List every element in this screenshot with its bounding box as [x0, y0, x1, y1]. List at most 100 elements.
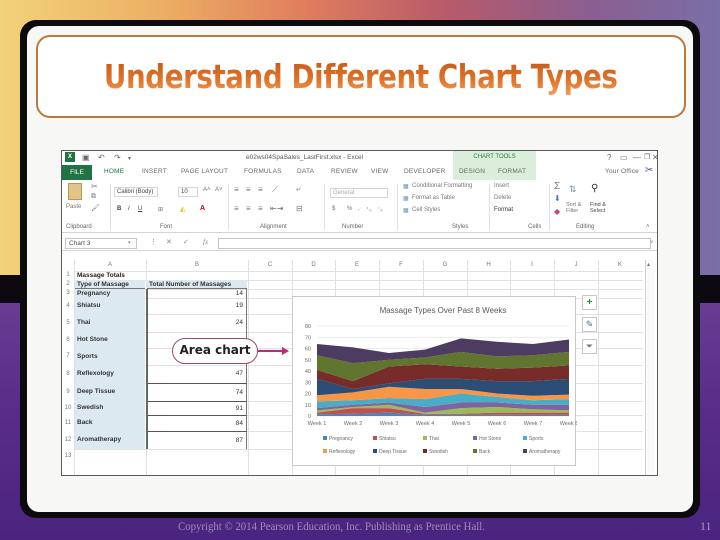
increase-font-icon[interactable]: A˄ [203, 187, 211, 193]
column-header-a[interactable]: A [74, 260, 146, 271]
autosum-icon[interactable]: Σ [554, 181, 560, 192]
minimize-button[interactable]: — [633, 153, 641, 162]
row-header[interactable]: 2 [62, 280, 74, 289]
align-top-icon[interactable]: ≡ [234, 185, 239, 194]
column-header-b[interactable]: B [146, 260, 248, 271]
cell-massage-total[interactable]: 91 [147, 401, 247, 415]
copy-icon[interactable]: ⧉ [91, 193, 96, 201]
cell-massage-total[interactable]: 19 [147, 298, 247, 314]
scroll-up-icon[interactable]: ▴ [647, 261, 650, 268]
expand-formula-bar-icon[interactable]: ˅ [650, 240, 654, 246]
area-chart[interactable]: Massage Types Over Past 8 Weeks 0 10 20 30 40… [292, 296, 578, 466]
cell-massage-type[interactable]: Hot Stone [75, 332, 145, 348]
tab-design[interactable]: DESIGN [459, 168, 485, 175]
increase-decimal-icon[interactable]: ⁺₀ [366, 206, 372, 213]
percent-button[interactable]: % [347, 206, 352, 212]
underline-button[interactable]: U [138, 206, 142, 212]
tab-page-layout[interactable]: PAGE LAYOUT [181, 168, 228, 175]
cell-massage-total[interactable]: 24 [147, 314, 247, 332]
cell-massage-type[interactable]: Deep Tissue [75, 383, 145, 401]
borders-icon[interactable]: ⊞ [158, 206, 163, 213]
tab-view[interactable]: VIEW [371, 168, 388, 175]
decrease-decimal-icon[interactable]: ⁻₀ [377, 206, 383, 213]
row-header[interactable]: 6 [62, 332, 74, 348]
ribbon-display-options-icon[interactable]: ▭ [620, 153, 628, 162]
formula-input[interactable] [218, 238, 651, 249]
format-painter-icon[interactable]: 🖌 [91, 204, 100, 212]
font-name-select[interactable]: Calibri (Body) [114, 187, 158, 197]
column-header-c[interactable]: C [248, 260, 292, 271]
tab-format[interactable]: FORMAT [498, 168, 526, 175]
tab-developer[interactable]: DEVELOPER [404, 168, 446, 175]
cell-massage-type[interactable]: Shiatsu [75, 298, 145, 314]
chart-styles-button[interactable]: ✎ [582, 317, 597, 332]
column-header-j[interactable]: J [554, 260, 598, 271]
sheet-title-cell[interactable]: Massage Totals [77, 272, 125, 279]
cell-massage-total[interactable]: 14 [147, 289, 247, 298]
tab-insert[interactable]: INSERT [142, 168, 167, 175]
align-center-icon[interactable]: ≡ [246, 204, 251, 213]
font-size-select[interactable]: 10 [178, 187, 198, 197]
align-middle-icon[interactable]: ≡ [246, 185, 251, 194]
quick-access-dropdown-icon[interactable]: ▾ [128, 155, 131, 162]
paste-icon[interactable] [68, 183, 82, 200]
name-box-dropdown-icon[interactable]: ▾ [128, 240, 131, 246]
align-bottom-icon[interactable]: ≡ [258, 185, 263, 194]
currency-button[interactable]: $ [332, 206, 335, 212]
row-header[interactable]: 9 [62, 383, 74, 401]
bold-button[interactable]: B [117, 206, 121, 212]
insert-cells-button[interactable]: Insert [494, 183, 509, 189]
account-avatar-icon[interactable]: ✂ [645, 165, 654, 176]
column-header-k[interactable]: K [598, 260, 642, 271]
tab-formulas[interactable]: FORMULAS [244, 168, 282, 175]
orientation-icon[interactable]: ⟋ [272, 185, 278, 195]
column-header-e[interactable]: E [335, 260, 379, 271]
indent-icon[interactable]: ⇤⇥ [270, 204, 283, 213]
row-header[interactable]: 7 [62, 348, 74, 365]
format-as-table-button[interactable]: Format as Table [412, 195, 455, 201]
row-header[interactable]: 10 [62, 401, 74, 415]
redo-icon[interactable]: ↷ [114, 153, 121, 162]
row-header[interactable]: 1 [62, 271, 74, 280]
name-box[interactable]: Chart 3 [65, 238, 137, 249]
save-icon[interactable]: ▣ [82, 153, 90, 162]
comma-button[interactable]: , [358, 206, 360, 212]
delete-cells-button[interactable]: Delete [494, 195, 511, 201]
column-header-g[interactable]: G [423, 260, 467, 271]
undo-icon[interactable]: ↶ [98, 153, 105, 162]
close-button[interactable]: ✕ [652, 153, 657, 162]
column-header-f[interactable]: F [379, 260, 423, 271]
cell-massage-type[interactable]: Thai [75, 314, 145, 332]
merge-center-icon[interactable]: ⊟ [296, 204, 303, 213]
conditional-formatting-button[interactable]: Conditional Formatting [412, 183, 472, 189]
insert-function-button[interactable]: fx [203, 238, 208, 246]
cell-styles-button[interactable]: Cell Styles [412, 207, 440, 213]
cell-massage-total[interactable]: 74 [147, 383, 247, 401]
paste-button[interactable]: Paste [66, 204, 81, 210]
tab-review[interactable]: REVIEW [331, 168, 358, 175]
row-header[interactable]: 8 [62, 365, 74, 383]
row-header[interactable]: 5 [62, 314, 74, 332]
cell-massage-type[interactable]: Pregnancy [75, 289, 145, 298]
collapse-ribbon-icon[interactable]: ˄ [646, 224, 650, 230]
column-header-i[interactable]: I [510, 260, 554, 271]
restore-button[interactable]: ❐ [644, 153, 650, 161]
chart-elements-button[interactable]: + [582, 295, 597, 310]
help-icon[interactable]: ? [607, 153, 611, 162]
row-header[interactable]: 4 [62, 298, 74, 314]
cut-icon[interactable]: ✂ [91, 182, 98, 191]
header-cell-total[interactable]: Total Number of Massages [147, 280, 247, 289]
account-name[interactable]: Your Office [605, 168, 639, 175]
format-cells-button[interactable]: Format [494, 207, 513, 213]
find-select-button[interactable]: Find & Select [590, 202, 618, 214]
cancel-icon[interactable]: ✕ [166, 238, 172, 246]
italic-button[interactable]: I [128, 206, 130, 212]
font-color-icon[interactable]: A [200, 205, 205, 212]
cell-massage-total[interactable]: 87 [147, 431, 247, 449]
cell-massage-total[interactable]: 47 [147, 365, 247, 383]
cell-massage-total[interactable]: 84 [147, 415, 247, 431]
fill-color-icon[interactable]: ◭ [180, 205, 185, 213]
row-header[interactable]: 11 [62, 415, 74, 431]
wrap-text-icon[interactable]: ⤶ [296, 184, 300, 194]
cell-massage-type[interactable]: Back [75, 415, 145, 431]
